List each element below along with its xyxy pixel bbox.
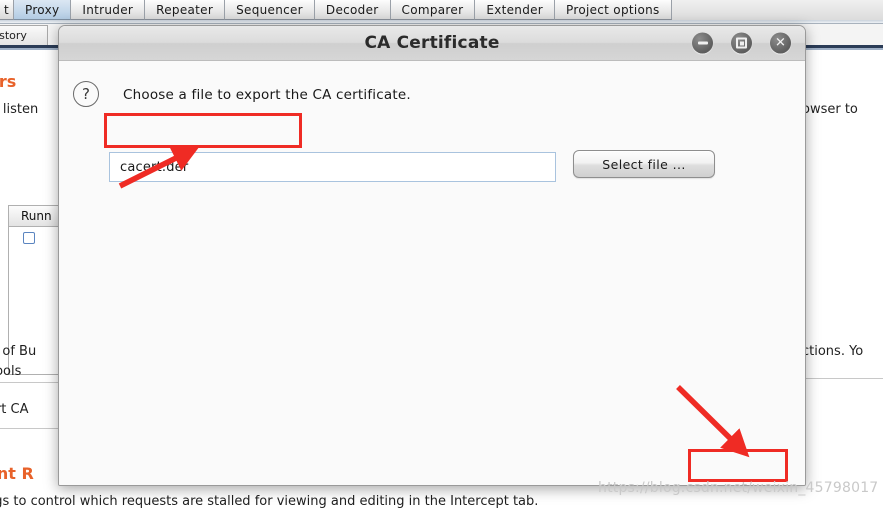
- tab-comparer[interactable]: Comparer: [390, 0, 476, 20]
- main-tab-bar: t Proxy Intruder Repeater Sequencer Deco…: [0, 0, 883, 20]
- tab-extender[interactable]: Extender: [475, 0, 556, 20]
- tab-label: t: [4, 2, 10, 17]
- tab-label: Decoder: [325, 2, 379, 17]
- subtab-history[interactable]: story: [0, 25, 48, 45]
- ca-certificate-dialog: CA Certificate ✕ ? Choose a file to expo…: [58, 25, 806, 486]
- dialog-title: CA Certificate: [364, 33, 500, 53]
- select-file-button[interactable]: Select file ...: [573, 150, 715, 178]
- tab-truncated-left[interactable]: t: [0, 0, 15, 20]
- text-listeners-description: s listen: [0, 102, 39, 117]
- tab-project-options[interactable]: Project options: [555, 0, 672, 20]
- tab-label: Sequencer: [236, 2, 303, 17]
- row-checkbox[interactable]: [23, 232, 35, 244]
- tab-sequencer[interactable]: Sequencer: [225, 0, 315, 20]
- tab-label: Intruder: [82, 2, 134, 17]
- heading-intercept-rules: ent R: [0, 464, 34, 483]
- file-path-input[interactable]: cacert.der: [109, 152, 556, 182]
- screenshot-root: t Proxy Intruder Repeater Sequencer Deco…: [0, 0, 883, 512]
- tab-proxy[interactable]: Proxy: [14, 0, 72, 20]
- tab-label: Repeater: [156, 2, 214, 17]
- dialog-title-bar[interactable]: CA Certificate ✕: [59, 26, 805, 61]
- dialog-body: ? Choose a file to export the CA certifi…: [59, 61, 805, 485]
- dialog-prompt: Choose a file to export the CA certifica…: [123, 87, 411, 103]
- tab-bar-underline: [0, 20, 883, 24]
- tab-label: Comparer: [401, 2, 464, 17]
- tab-repeater[interactable]: Repeater: [145, 0, 226, 20]
- text-intercept-description: ngs to control which requests are stalle…: [0, 494, 539, 509]
- maximize-icon[interactable]: [731, 32, 752, 54]
- tab-label: Project options: [566, 2, 660, 17]
- tab-label: Extender: [486, 2, 544, 17]
- text-connections-right: ctions. Yo: [802, 344, 864, 359]
- subtab-label: story: [0, 29, 27, 42]
- tab-decoder[interactable]: Decoder: [314, 0, 391, 20]
- divider-upper-right: [806, 378, 883, 379]
- tab-intruder[interactable]: Intruder: [71, 0, 146, 20]
- question-mark-icon: ?: [73, 81, 99, 107]
- text-browser-right: owser to: [802, 102, 858, 117]
- text-burp-line-2: tools: [0, 364, 22, 379]
- text-export-ca: ort CA: [0, 402, 29, 417]
- text-burp-line-1: n of Bu: [0, 344, 37, 359]
- blog-watermark: https://blog.csdn.net/weixin_45798017: [598, 480, 879, 496]
- window-controls: ✕: [692, 32, 791, 54]
- minimize-icon[interactable]: [692, 32, 713, 54]
- heading-proxy-listeners: ers: [0, 72, 17, 91]
- tab-label: Proxy: [25, 2, 60, 17]
- close-icon[interactable]: ✕: [770, 32, 791, 54]
